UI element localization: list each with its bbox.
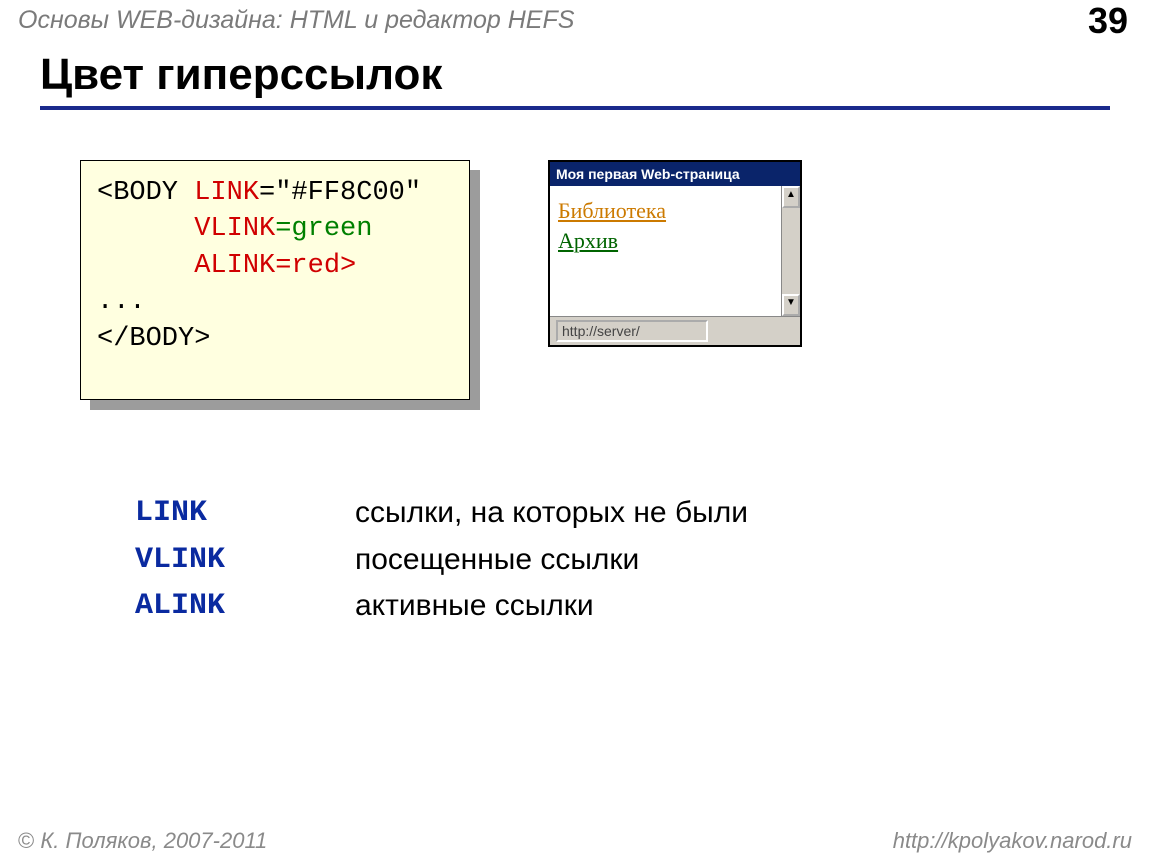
footer-author: © К. Поляков, 2007-2011 — [18, 828, 267, 854]
browser-content: Библиотека Архив — [550, 186, 781, 316]
scroll-up-icon[interactable]: ▲ — [782, 186, 800, 208]
example-unvisited-link[interactable]: Библиотека — [558, 198, 666, 223]
code-text: </BODY> — [97, 324, 210, 354]
code-value: =green — [275, 214, 372, 244]
code-value: =red> — [275, 251, 356, 281]
scrollbar[interactable]: ▲ ▼ — [781, 186, 800, 316]
code-attr: VLINK — [194, 214, 275, 244]
code-text: ... — [97, 287, 146, 317]
browser-body: Библиотека Архив ▲ ▼ — [550, 186, 800, 316]
code-text: <BODY — [97, 178, 194, 208]
def-row: ALINK активные ссылки — [135, 583, 748, 630]
definitions: LINK ссылки, на которых не были VLINK по… — [135, 490, 748, 630]
code-attr: ALINK — [194, 251, 275, 281]
status-text: http://server/ — [556, 320, 708, 342]
def-row: VLINK посещенные ссылки — [135, 537, 748, 584]
slide: Основы WEB-дизайна: HTML и редактор HEFS… — [0, 0, 1150, 864]
scroll-down-icon[interactable]: ▼ — [782, 294, 800, 316]
browser-statusbar: http://server/ — [550, 316, 800, 345]
def-term: ALINK — [135, 583, 355, 630]
def-desc: ссылки, на которых не были — [355, 490, 748, 537]
def-term: VLINK — [135, 537, 355, 584]
browser-titlebar: Моя первая Web-страница — [550, 162, 800, 186]
code-text: ="#FF8C00" — [259, 178, 421, 208]
code-text — [97, 251, 194, 281]
browser-window: Моя первая Web-страница Библиотека Архив… — [548, 160, 802, 347]
code-text — [97, 214, 194, 244]
slide-title: Цвет гиперссылок — [40, 50, 1110, 110]
code-attr: LINK — [194, 178, 259, 208]
code-block: <BODY LINK="#FF8C00" VLINK=green ALINK=r… — [80, 160, 470, 400]
header-course: Основы WEB-дизайна: HTML и редактор HEFS — [18, 6, 1132, 35]
example-visited-link[interactable]: Архив — [558, 228, 618, 253]
footer-url: http://kpolyakov.narod.ru — [893, 828, 1132, 854]
def-desc: посещенные ссылки — [355, 537, 639, 584]
copyright-icon: © — [18, 828, 40, 853]
def-desc: активные ссылки — [355, 583, 594, 630]
footer: © К. Поляков, 2007-2011 http://kpolyakov… — [18, 828, 1132, 854]
def-row: LINK ссылки, на которых не были — [135, 490, 748, 537]
def-term: LINK — [135, 490, 355, 537]
page-number: 39 — [1088, 0, 1128, 42]
footer-author-text: К. Поляков, 2007-2011 — [40, 828, 267, 853]
